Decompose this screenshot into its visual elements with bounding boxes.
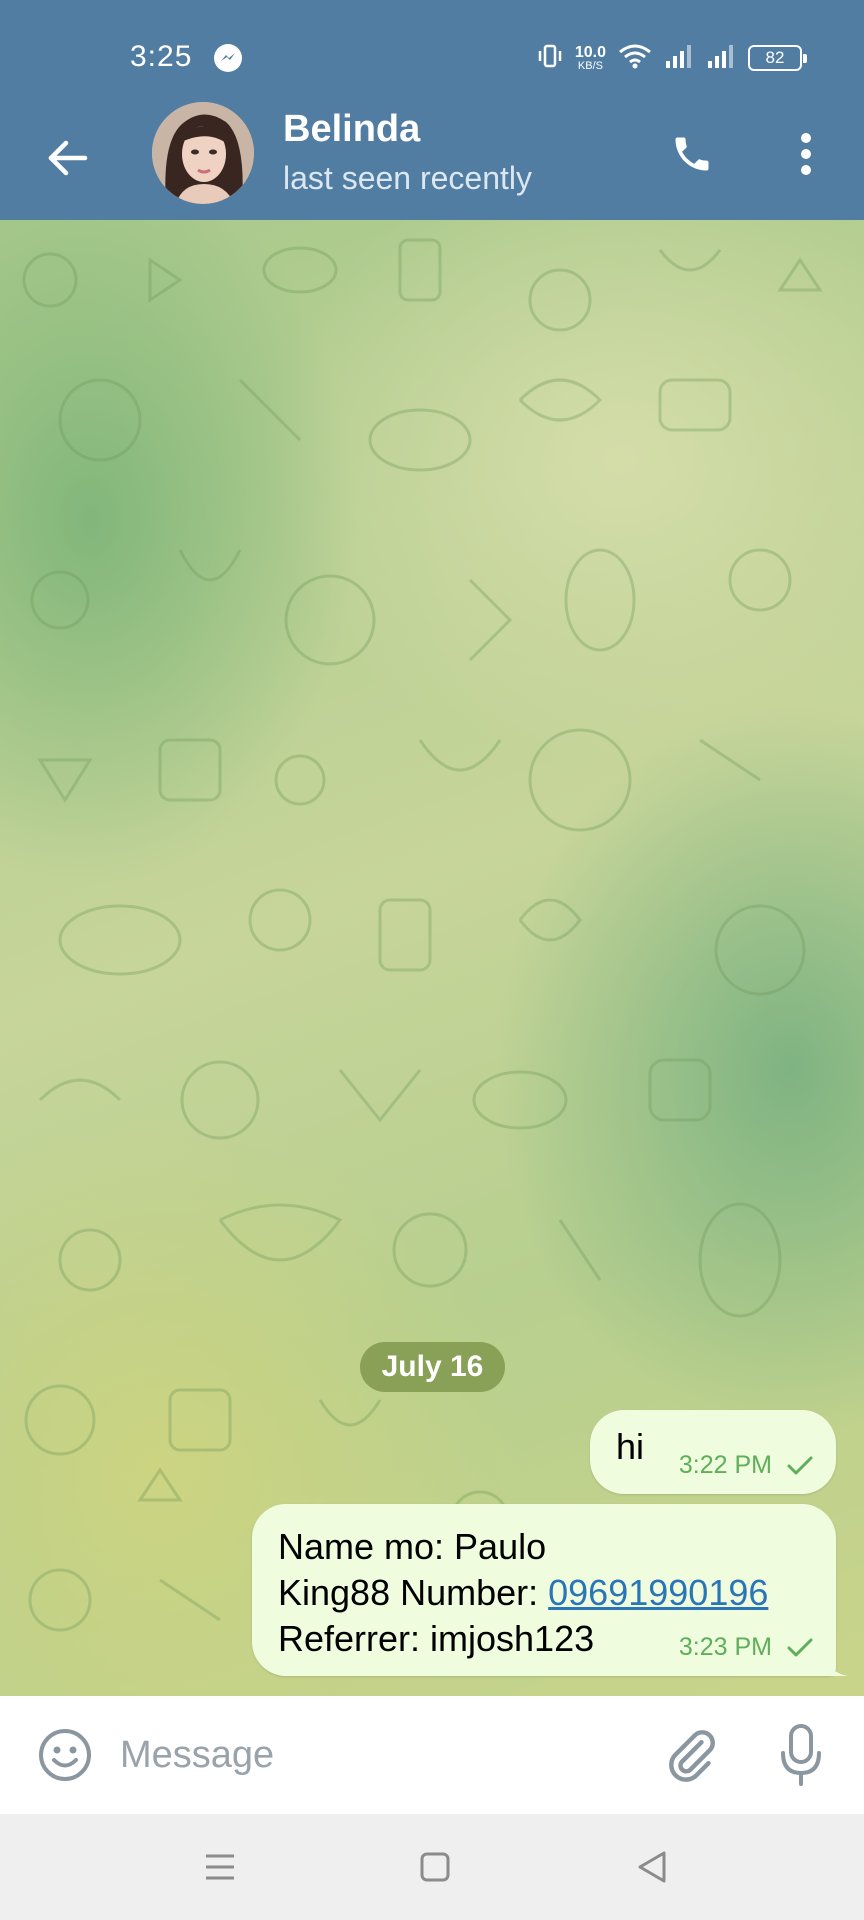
nav-home-icon [420, 1852, 450, 1882]
contact-name[interactable]: Belinda [283, 108, 420, 151]
microphone-icon [781, 1724, 821, 1786]
nav-menu-button[interactable] [195, 1844, 245, 1890]
more-vertical-icon [801, 133, 811, 175]
paperclip-icon [669, 1730, 715, 1782]
call-button[interactable] [660, 122, 724, 186]
contact-status: last seen recently [283, 160, 533, 196]
back-button[interactable] [38, 128, 98, 188]
message-meta: 3:22 PM [679, 1451, 814, 1480]
nav-back-button[interactable] [627, 1844, 677, 1890]
date-chip: July 16 [360, 1342, 505, 1392]
messenger-icon [214, 44, 242, 72]
vibrate-icon [537, 44, 563, 73]
message-time: 3:23 PM [678, 1633, 772, 1661]
back-arrow-icon [48, 140, 88, 176]
microphone-button[interactable] [770, 1720, 832, 1790]
wifi-icon [618, 43, 652, 74]
net-speed: 10.0 KB/S [574, 43, 606, 72]
net-speed-value: 10.0 [574, 43, 606, 61]
status-icons: 10.0 KB/S 82 [537, 40, 807, 76]
message-line: King88 Number: 09691990196 [278, 1572, 768, 1614]
message-input-bar [0, 1696, 864, 1814]
status-time: 3:25 [130, 40, 193, 73]
emoji-button[interactable] [34, 1724, 96, 1786]
message-bubble-outgoing[interactable]: Name mo: Paulo King88 Number: 0969199019… [252, 1504, 848, 1676]
nav-menu-icon [206, 1854, 234, 1880]
check-icon [787, 1638, 813, 1656]
message-bubble-outgoing[interactable]: hi 3:22 PM [590, 1410, 836, 1494]
nav-back-icon [638, 1851, 666, 1883]
check-icon [787, 1456, 813, 1474]
phone-number-link[interactable]: 09691990196 [548, 1572, 768, 1613]
more-options-button[interactable] [780, 122, 832, 186]
chat-header: Belinda last seen recently [0, 100, 864, 220]
signal-icon [664, 43, 694, 74]
emoji-icon [39, 1729, 91, 1781]
system-nav-bar [0, 1814, 864, 1920]
message-line-prefix: King88 Number: [278, 1572, 549, 1613]
message-text: hi [616, 1426, 645, 1467]
signal-icon-2 [706, 43, 736, 74]
message-input[interactable] [120, 1720, 620, 1790]
attach-button[interactable] [660, 1724, 722, 1786]
nav-home-button[interactable] [410, 1844, 460, 1890]
chat-area[interactable]: July 16 hi 3:22 PM Name mo: Paulo King88… [0, 220, 864, 1696]
phone-icon [675, 137, 709, 171]
message-time: 3:22 PM [678, 1451, 772, 1479]
message-line: Name mo: Paulo [278, 1526, 547, 1567]
net-speed-unit: KB/S [577, 59, 603, 72]
avatar[interactable] [152, 102, 254, 204]
message-line: Referrer: imjosh123 [278, 1618, 595, 1659]
message-meta: 3:23 PM [679, 1633, 814, 1662]
status-bar: 3:25 10.0 KB/S 82 [0, 0, 864, 110]
battery-icon: 82 [748, 45, 807, 71]
bubble-tail [822, 1650, 848, 1676]
